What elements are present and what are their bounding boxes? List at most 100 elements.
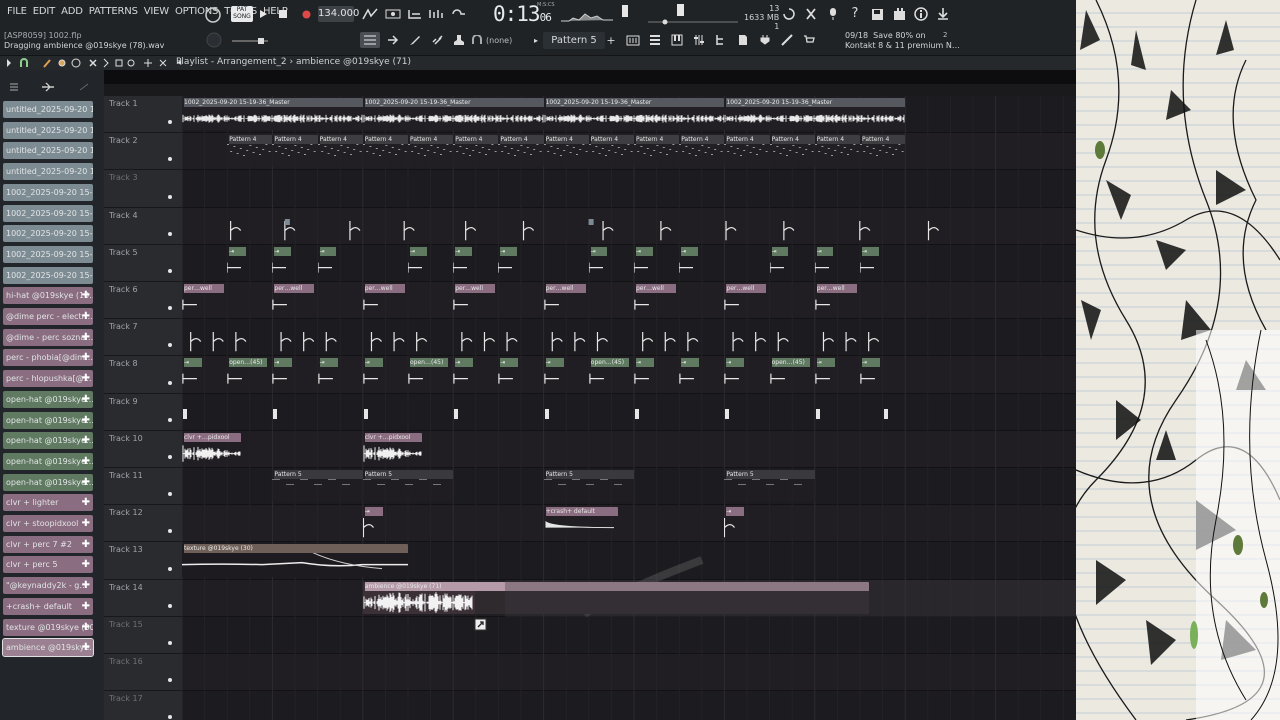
playlist-clip[interactable] <box>272 396 283 428</box>
playlist-clip[interactable]: Pattern 5 <box>272 470 363 503</box>
save-icon[interactable] <box>868 5 886 23</box>
channel-item[interactable]: 1002_2025-09-20 15-19… <box>3 266 93 284</box>
playlist-clip[interactable]: Pattern 4 <box>634 135 680 168</box>
record-icon[interactable] <box>299 6 313 22</box>
track-header[interactable]: Track 6 <box>104 282 182 320</box>
playlist-clip[interactable]: ⇥ <box>860 358 905 390</box>
playlist-clip[interactable]: open…(45) <box>227 358 272 390</box>
playlist-clip[interactable]: ⇥ <box>363 358 408 390</box>
playlist-clip[interactable]: per…well <box>815 284 860 316</box>
playlist-clip[interactable]: ⇥ <box>272 358 317 390</box>
playlist-clip[interactable]: ⇥ <box>634 246 657 279</box>
playlist-clip[interactable]: Pattern 4 <box>272 135 318 168</box>
menu-item[interactable]: ADD <box>58 6 86 17</box>
playlist-clip[interactable]: ⇥ <box>317 358 363 390</box>
loop-record-icon[interactable] <box>449 6 469 22</box>
piano-roll-icon[interactable] <box>668 32 686 48</box>
track-mute-dot[interactable] <box>168 454 172 459</box>
playlist-clip[interactable]: ⇥ <box>679 358 724 390</box>
channel-item[interactable]: @dime perc - electr… ✚ <box>3 308 93 325</box>
channel-item[interactable]: ambience @019skye… ✚ <box>2 638 94 658</box>
channel-send-icon[interactable]: ✚ <box>82 391 90 408</box>
playlist-clip[interactable]: ⇥ <box>543 358 589 390</box>
track-header[interactable]: Track 3 <box>104 170 182 208</box>
playlist-clip[interactable]: Pattern 5 <box>543 470 634 503</box>
menu-item[interactable]: FILE <box>4 6 30 17</box>
playlist-clip[interactable]: 1002_2025-09-20 15-19-36_Master <box>362 98 544 131</box>
playlist-clip[interactable]: texture @019skye (30) <box>182 544 408 577</box>
playlist-clip[interactable] <box>182 396 193 428</box>
playlist-clip[interactable]: ⇥ <box>588 246 612 279</box>
channel-item[interactable]: hi-hat @019skye (10… ✚ <box>3 287 93 305</box>
playlist-clip[interactable]: clvr +…pidxool <box>182 432 241 465</box>
channel-item[interactable]: "@keynaddy2k - g… ✚ <box>3 577 93 595</box>
playlist-clip[interactable]: Pattern 4 <box>724 135 770 168</box>
channel-item[interactable]: open-hat @019skye… ✚ <box>3 411 93 429</box>
channel-item[interactable]: clvr + stoopidxool ✚ <box>3 515 93 532</box>
playlist-clip[interactable]: ⇥ <box>815 358 860 390</box>
playlist-clip[interactable]: open…(45) <box>769 358 815 390</box>
track-header[interactable]: Track 15 <box>104 616 182 654</box>
playlist-clip[interactable] <box>453 396 464 428</box>
channel-item[interactable]: open-hat @019skye… ✚ <box>3 432 93 450</box>
track-mute-dot[interactable] <box>168 529 172 534</box>
undo-icon[interactable] <box>780 5 798 23</box>
channel-item[interactable]: 1002_2025-09-20 15-11… <box>3 204 93 222</box>
playlist-clip[interactable] <box>883 396 894 428</box>
playlist-clip[interactable]: per…well <box>182 284 227 316</box>
playlist-view-icon[interactable] <box>360 32 380 48</box>
track-mute-dot[interactable] <box>168 120 172 125</box>
channel-send-icon[interactable]: ✚ <box>82 412 90 429</box>
channel-item[interactable]: open-hat @019skye… ✚ <box>3 473 93 491</box>
playlist-clip[interactable]: ⇥ <box>453 246 476 279</box>
master-knob[interactable] <box>205 31 223 49</box>
channel-send-icon[interactable]: ✚ <box>82 474 90 491</box>
menu-item[interactable]: PATTERNS <box>86 6 141 17</box>
track-mute-dot[interactable] <box>168 157 172 162</box>
channel-send-icon[interactable]: ✚ <box>82 329 90 346</box>
track-mute-dot[interactable] <box>168 194 172 199</box>
track-mute-dot[interactable] <box>168 306 172 311</box>
channel-item[interactable]: 1002_2025-09-20 15-15… <box>3 225 93 243</box>
plugin-icon[interactable] <box>890 5 908 23</box>
playlist-clip[interactable] <box>227 210 950 242</box>
track-header[interactable]: Track 8 <box>104 356 182 394</box>
channel-item[interactable]: 1002_2025-09-20 15-17… <box>3 245 93 263</box>
playlist-clip[interactable] <box>363 396 374 428</box>
pattern-selector[interactable]: Pattern 5 <box>543 32 605 49</box>
pencil-icon[interactable] <box>406 32 424 48</box>
picker-tabs-icon[interactable] <box>8 82 98 92</box>
playlist-clip[interactable]: 1002_2025-09-20 15-19-36_Master <box>182 98 363 131</box>
add-pattern-icon[interactable]: + <box>606 32 616 48</box>
playlist-clip[interactable]: +crash+ default <box>544 507 619 539</box>
playlist-clip[interactable]: Pattern 4 <box>769 135 815 168</box>
playlist-clip[interactable]: Pattern 4 <box>453 135 499 168</box>
master-pitch-slider[interactable] <box>648 18 738 26</box>
track-header[interactable]: Track 7 <box>104 319 182 357</box>
track-mute-dot[interactable] <box>168 231 172 236</box>
channel-item[interactable]: clvr + perc 5 ✚ <box>3 556 93 574</box>
mixer-icon[interactable] <box>624 32 642 48</box>
channel-item[interactable]: untitled_2025-09-20 14-… <box>3 121 93 139</box>
microphone-icon[interactable] <box>824 5 842 23</box>
playlist-clip[interactable]: ⇥ <box>724 358 769 390</box>
pat-song-toggle[interactable]: PAT SONG <box>231 6 253 22</box>
track-mute-dot[interactable] <box>168 640 172 645</box>
track-header[interactable]: Track 10 <box>104 430 182 468</box>
track-header[interactable]: Track 4 <box>104 207 182 245</box>
playlist-clip[interactable]: Pattern 4 <box>860 135 906 168</box>
track-mute-dot[interactable] <box>168 417 172 422</box>
countdown-icon[interactable] <box>405 6 425 22</box>
track-header[interactable]: Track 5 <box>104 244 182 282</box>
playlist-clip[interactable]: ⇥ <box>679 246 702 279</box>
playlist-clip[interactable]: ⇥ <box>634 358 679 390</box>
channel-rack-icon[interactable] <box>646 32 664 48</box>
playlist-clip[interactable]: ⇥ <box>498 358 543 390</box>
track-header[interactable]: Track 14 <box>104 579 182 617</box>
stop-icon[interactable] <box>276 6 290 22</box>
track-header[interactable]: Track 16 <box>104 654 182 692</box>
playlist-clip[interactable]: per…well <box>453 284 498 316</box>
channel-item[interactable]: open-hat @019skye… ✚ <box>3 452 93 470</box>
file-icon[interactable] <box>734 32 752 48</box>
track-mute-dot[interactable] <box>168 268 172 273</box>
